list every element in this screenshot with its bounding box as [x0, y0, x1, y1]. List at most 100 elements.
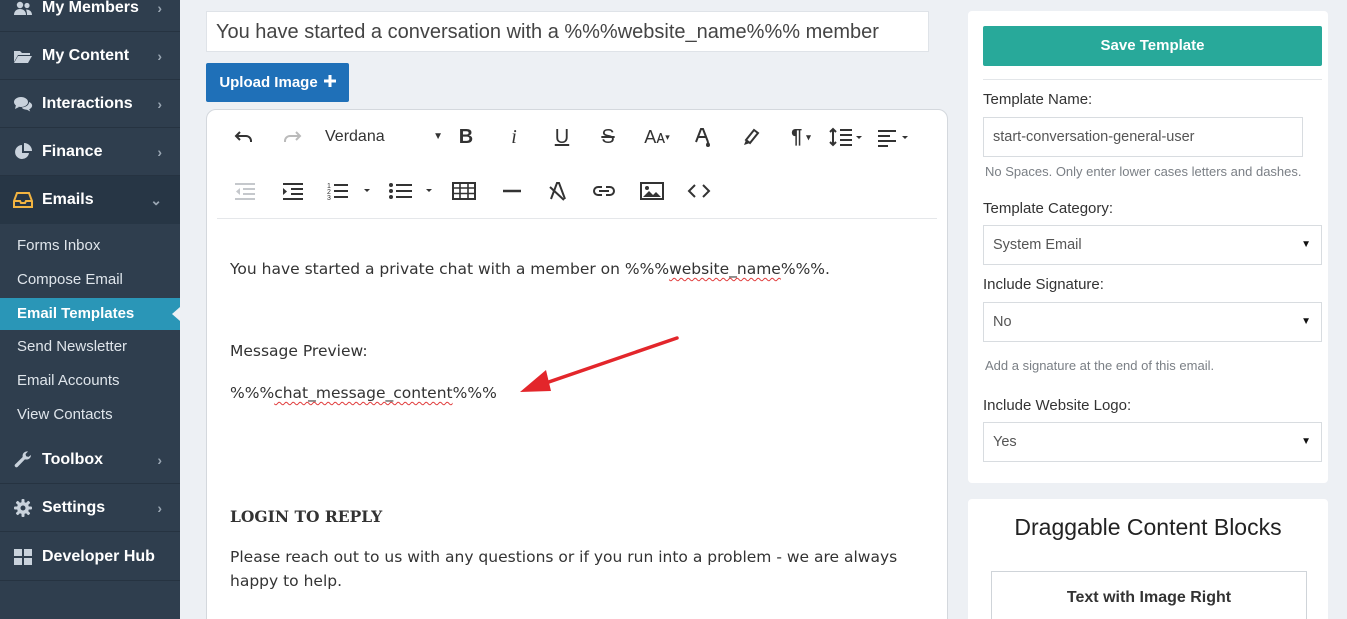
- text-segment: You have started a private chat with a m…: [230, 260, 670, 278]
- include-logo-label: Include Website Logo:: [983, 397, 1132, 414]
- nav-developer-hub[interactable]: Developer Hub: [0, 533, 180, 581]
- nav-label: Interactions: [42, 94, 133, 112]
- table-icon[interactable]: [451, 176, 477, 206]
- login-heading: LOGIN TO REPLY: [230, 507, 383, 526]
- include-signature-label: Include Signature:: [983, 276, 1104, 293]
- folder-open-icon: [13, 48, 33, 64]
- chevron-right-icon: ›: [157, 0, 162, 16]
- submenu-compose-email[interactable]: Compose Email: [0, 264, 180, 296]
- pie-chart-icon: [13, 142, 33, 161]
- nav-label: Finance: [42, 142, 103, 160]
- help-text-line-2: happy to help.: [230, 572, 343, 590]
- rich-text-editor: Verdana ▼ B i U S Aᴀ ▾ ¶ ▾ 123 You have …: [206, 109, 948, 619]
- caret-down-icon: ▼: [1301, 436, 1311, 447]
- italic-icon[interactable]: i: [503, 122, 525, 152]
- submenu-email-accounts[interactable]: Email Accounts: [0, 365, 180, 397]
- gear-icon: [13, 498, 33, 517]
- save-template-button[interactable]: Save Template: [983, 26, 1322, 66]
- template-name-label: Template Name:: [983, 91, 1093, 108]
- nav-finance[interactable]: Finance ›: [0, 128, 180, 176]
- nav-label: My Members: [42, 0, 139, 16]
- code-view-icon[interactable]: [685, 176, 713, 206]
- signature-help: Add a signature at the end of this email…: [985, 358, 1215, 373]
- nav-toolbox[interactable]: Toolbox ›: [0, 436, 180, 484]
- nav-label: Toolbox: [42, 450, 104, 468]
- include-logo-select[interactable]: Yes ▼: [983, 422, 1322, 462]
- select-value: Yes: [993, 434, 1017, 450]
- template-name-help: No Spaces. Only enter lower cases letter…: [985, 164, 1302, 179]
- template-settings-panel: Save Template Template Name: start-conve…: [968, 11, 1328, 483]
- highlighter-icon[interactable]: [739, 122, 763, 152]
- inbox-icon: [13, 192, 33, 208]
- chevron-right-icon: ›: [157, 47, 162, 64]
- include-signature-select[interactable]: No ▼: [983, 302, 1322, 342]
- template-name-input[interactable]: start-conversation-general-user: [983, 117, 1303, 157]
- image-icon[interactable]: [639, 176, 665, 206]
- caret-down-icon: ▼: [1301, 239, 1311, 250]
- chevron-right-icon: ›: [157, 143, 162, 160]
- wrench-icon: [13, 450, 33, 469]
- select-value: System Email: [993, 237, 1082, 253]
- text-segment: %%%: [452, 384, 497, 402]
- intro-line: You have started a private chat with a m…: [230, 260, 830, 278]
- font-size-icon[interactable]: Aᴀ ▾: [639, 122, 675, 152]
- chevron-right-icon: ›: [157, 499, 162, 516]
- clear-formatting-icon[interactable]: [545, 176, 571, 206]
- text-color-icon[interactable]: [691, 122, 715, 152]
- font-family-select[interactable]: Verdana ▼: [325, 124, 443, 150]
- redo-icon[interactable]: [279, 122, 305, 152]
- link-icon[interactable]: [591, 176, 617, 206]
- chevron-right-icon: ›: [157, 95, 162, 112]
- template-category-label: Template Category:: [983, 200, 1114, 217]
- toolbar-divider: [217, 218, 937, 219]
- nav-interactions[interactable]: Interactions ›: [0, 80, 180, 128]
- line-height-icon[interactable]: [827, 122, 865, 152]
- nav-my-content[interactable]: My Content ›: [0, 32, 180, 80]
- grid-icon: [13, 548, 33, 565]
- undo-icon[interactable]: [231, 122, 257, 152]
- submenu-forms-inbox[interactable]: Forms Inbox: [0, 230, 180, 262]
- nav-label: Developer Hub: [42, 547, 155, 565]
- align-icon[interactable]: [875, 122, 913, 152]
- template-category-select[interactable]: System Email ▼: [983, 225, 1322, 265]
- chevron-down-icon: ⌄: [150, 191, 162, 208]
- paragraph-format-icon[interactable]: ¶ ▾: [783, 122, 819, 152]
- text-segment: %%%: [230, 384, 275, 402]
- content-block-text-image-right[interactable]: Text with Image Right: [991, 571, 1307, 619]
- submenu-send-newsletter[interactable]: Send Newsletter: [0, 331, 180, 363]
- submenu-view-contacts[interactable]: View Contacts: [0, 399, 180, 431]
- help-text-line-1: Please reach out to us with any question…: [230, 548, 898, 566]
- strikethrough-icon[interactable]: S: [597, 122, 619, 152]
- horizontal-line-icon[interactable]: [499, 176, 525, 206]
- submenu-email-templates[interactable]: Email Templates: [0, 298, 180, 330]
- unordered-list-icon[interactable]: [387, 176, 437, 206]
- content-blocks-title: Draggable Content Blocks: [1014, 514, 1282, 540]
- upload-label: Upload Image: [219, 74, 318, 91]
- nav-label: Settings: [42, 498, 106, 516]
- emails-submenu: Forms Inbox Compose Email Email Template…: [0, 226, 180, 436]
- bold-icon[interactable]: B: [455, 122, 477, 152]
- nav-my-members[interactable]: My Members ›: [0, 0, 180, 32]
- chat-bubbles-icon: [13, 96, 33, 112]
- underline-icon[interactable]: U: [551, 122, 573, 152]
- email-subject-input[interactable]: You have started a conversation with a %…: [206, 11, 929, 52]
- indent-icon[interactable]: [279, 176, 305, 206]
- ordered-list-icon[interactable]: 123: [325, 176, 375, 206]
- nav-emails[interactable]: Emails ⌄: [0, 176, 180, 224]
- variable-chat-message-content: chat_message_content: [274, 384, 453, 402]
- upload-image-button[interactable]: Upload Image: [206, 63, 349, 102]
- nav-label: Emails: [42, 191, 94, 208]
- outdent-icon[interactable]: [231, 176, 257, 206]
- svg-text:3: 3: [327, 195, 331, 201]
- caret-down-icon: ▼: [1301, 316, 1311, 327]
- nav-label: My Content: [42, 46, 130, 64]
- font-family-value: Verdana: [325, 128, 385, 145]
- variable-website-name: website_name: [669, 260, 781, 278]
- chevron-right-icon: ›: [157, 451, 162, 468]
- content-blocks-panel: Draggable Content Blocks Text with Image…: [968, 499, 1328, 619]
- nav-settings[interactable]: Settings ›: [0, 484, 180, 532]
- plus-icon: [323, 74, 336, 91]
- caret-down-icon: ▼: [433, 131, 443, 142]
- select-value: No: [993, 314, 1012, 330]
- divider: [983, 79, 1322, 80]
